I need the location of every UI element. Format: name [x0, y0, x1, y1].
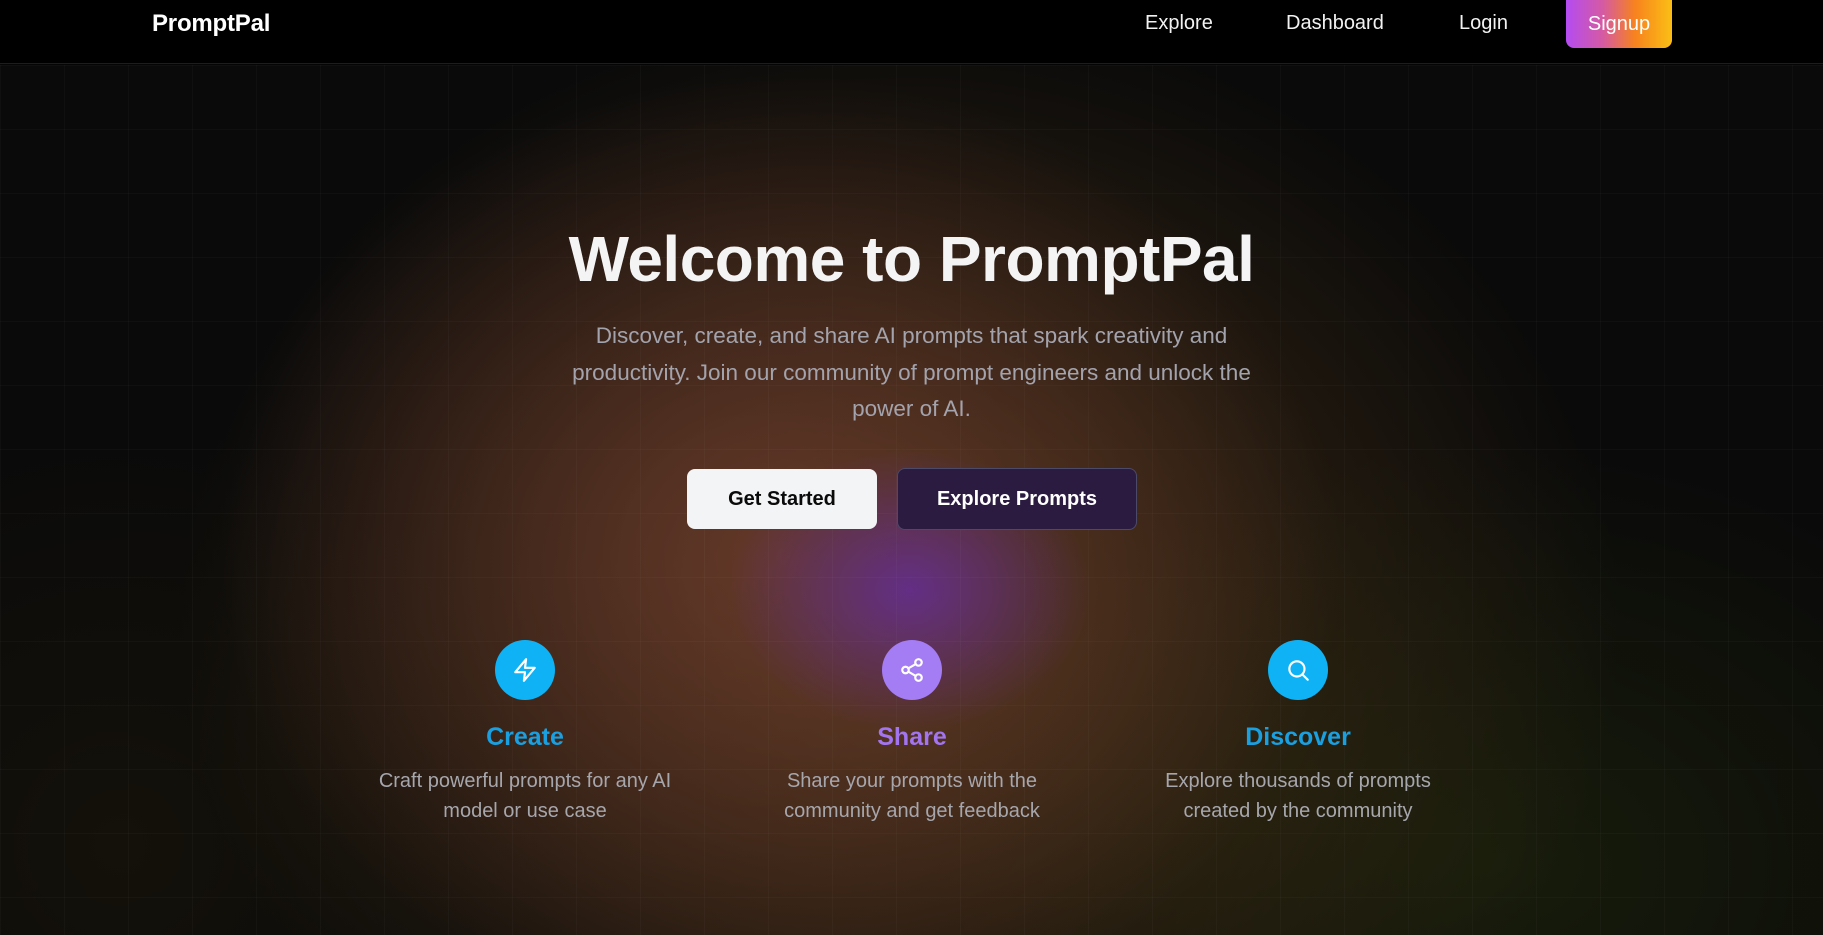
feature-description: Share your prompts with the community an… [784, 770, 1040, 822]
hero-title: Welcome to PromptPal [568, 223, 1255, 295]
lightning-icon [495, 640, 555, 700]
feature-title: Share [877, 723, 947, 751]
hero-subtitle: Discover, create, and share AI prompts t… [572, 323, 1251, 421]
brand-logo[interactable]: PromptPal [152, 10, 270, 38]
feature-title: Discover [1245, 723, 1351, 751]
get-started-button[interactable]: Get Started [687, 469, 877, 529]
share-icon [882, 640, 942, 700]
nav-link-explore[interactable]: Explore [1145, 12, 1213, 35]
feature-share: Share Share your prompts with the commun… [752, 640, 1072, 826]
feature-description: Craft powerful prompts for any AI model … [378, 770, 672, 822]
nav-link-dashboard[interactable]: Dashboard [1286, 12, 1384, 35]
signup-button[interactable]: Signup [1566, 0, 1672, 48]
feature-create: Create Craft powerful prompts for any AI… [365, 640, 685, 826]
feature-discover: Discover Explore thousands of prompts cr… [1138, 640, 1458, 826]
feature-description: Explore thousands of prompts created by … [1165, 770, 1431, 822]
search-icon [1268, 640, 1328, 700]
nav-link-login[interactable]: Login [1459, 12, 1508, 35]
feature-title: Create [486, 723, 564, 751]
explore-prompts-button[interactable]: Explore Prompts [897, 468, 1137, 530]
navbar: PromptPal Explore Dashboard Login Signup [0, 0, 1823, 64]
